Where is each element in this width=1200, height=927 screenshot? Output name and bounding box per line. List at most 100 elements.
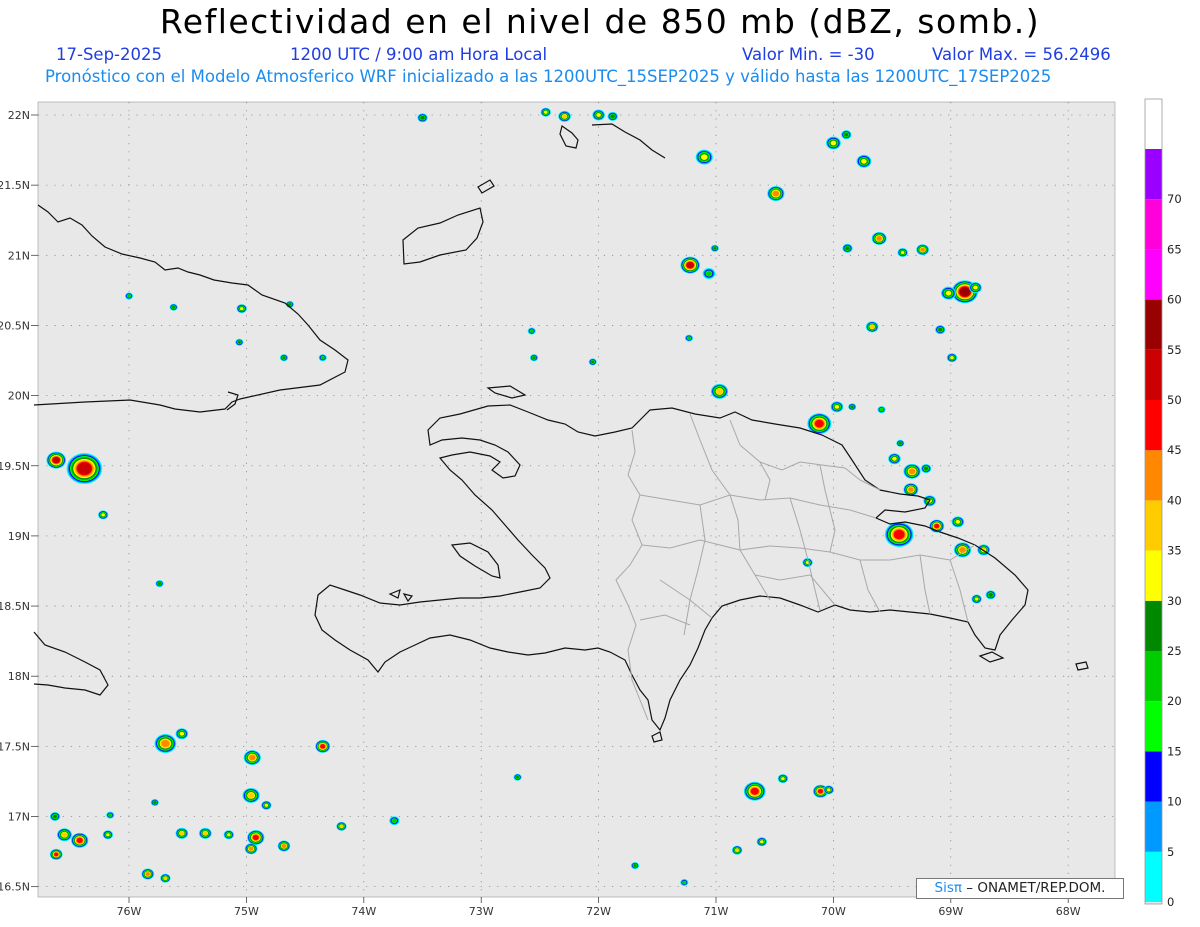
colorbar-segment — [1145, 600, 1162, 651]
echo-cell — [898, 442, 902, 445]
echo-cell — [974, 597, 979, 601]
echo-cell — [61, 832, 68, 838]
echo-cell — [950, 356, 954, 360]
echo-cell — [562, 114, 567, 119]
colorbar-label: 60 — [1167, 293, 1182, 307]
lon-tick-label: 68W — [1056, 905, 1081, 918]
colorbar: 0 5 10 15 20 25 30 35 40 45 50 55 60 65 70 — [1144, 98, 1182, 909]
lat-tick-label: 20.5N — [0, 319, 30, 332]
lat-tick-label: 22N — [8, 109, 30, 122]
colorbar-segment — [1145, 249, 1162, 300]
colorbar-label: 25 — [1167, 644, 1182, 658]
lat-tick-label: 17N — [8, 811, 30, 824]
echo-cell — [682, 881, 686, 884]
echo-cell — [108, 813, 112, 817]
colorbar-segment — [1145, 550, 1162, 601]
colorbar-label: 50 — [1167, 393, 1182, 407]
colorbar-segment — [1145, 751, 1162, 802]
echo-cell — [591, 360, 595, 364]
echo-cell — [392, 818, 397, 823]
colorbar-label: 55 — [1167, 343, 1182, 357]
echo-cell — [908, 468, 916, 475]
echo-cell — [106, 833, 110, 837]
echo-cell — [339, 824, 344, 828]
colorbar-segment — [1145, 400, 1162, 451]
echo-cell — [869, 324, 875, 329]
credit-box: Sisπ – ONAMET/REP.DOM. — [916, 878, 1124, 899]
colorbar-label: 45 — [1167, 443, 1182, 457]
echo-cell — [158, 582, 161, 585]
lat-tick-label: 19N — [8, 530, 30, 543]
lon-tick-label: 74W — [351, 905, 376, 918]
lon-tick-label: 71W — [704, 905, 729, 918]
echo-cell — [772, 190, 779, 197]
echo-cell — [686, 262, 694, 269]
echo-cell — [239, 307, 244, 311]
echo-cell — [53, 814, 57, 819]
echo-cell — [945, 290, 952, 296]
echo-cell — [845, 246, 850, 250]
echo-cell — [633, 864, 637, 867]
echo-cell — [920, 247, 925, 252]
colorbar-segment — [1145, 349, 1162, 400]
echo-cell — [288, 303, 292, 306]
colorbar-label: 0 — [1167, 895, 1174, 909]
map-frame — [37, 101, 1116, 898]
colorbar-segment — [1145, 199, 1162, 250]
echo-cell — [861, 158, 867, 164]
echo-cell — [101, 513, 105, 517]
colorbar-segment — [1145, 851, 1162, 902]
lat-tick-label: 17.5N — [0, 740, 30, 753]
echo-cell — [281, 844, 287, 848]
colorbar-label: 15 — [1167, 744, 1182, 758]
echo-cell — [960, 287, 970, 296]
echo-cell — [706, 271, 712, 276]
echo-cell — [249, 754, 256, 761]
echo-cell — [543, 110, 548, 114]
echo-cell — [844, 133, 849, 137]
lon-tick-label: 72W — [586, 905, 611, 918]
echo-cell — [700, 154, 708, 160]
echo-cell — [830, 140, 837, 146]
sispi-logo: Sisπ — [934, 880, 962, 896]
echo-cell — [54, 852, 59, 857]
lon-tick-label: 76W — [117, 905, 142, 918]
echo-cell — [52, 457, 60, 464]
echo-cell — [750, 787, 759, 795]
lat-tick-label: 21N — [8, 249, 30, 262]
echo-cell — [127, 294, 131, 298]
lat-tick-label: 18.5N — [0, 600, 30, 613]
echo-cell — [153, 801, 157, 804]
lat-tick-label: 18N — [8, 670, 30, 683]
echo-cell — [924, 466, 929, 471]
colorbar-label: 70 — [1167, 192, 1182, 206]
colorbar-label: 65 — [1167, 242, 1182, 256]
colorbar-label: 30 — [1167, 594, 1182, 608]
colorbar-label: 40 — [1167, 493, 1182, 507]
colorbar-segment — [1145, 299, 1162, 350]
echo-cell — [77, 462, 92, 475]
echo-cell — [161, 739, 170, 748]
echo-cell — [163, 876, 168, 880]
echo-cell — [264, 803, 269, 807]
echo-cell — [938, 328, 943, 332]
echo-cell — [247, 792, 255, 799]
echo-cell — [596, 113, 601, 117]
colorbar-label: 5 — [1167, 845, 1174, 859]
echo-cell — [713, 247, 717, 250]
colorbar-label: 10 — [1167, 795, 1182, 809]
echo-cell — [227, 833, 231, 837]
echo-cell — [760, 840, 764, 844]
lon-tick-label: 73W — [469, 905, 494, 918]
echo-cell — [282, 356, 286, 359]
echo-cell — [959, 547, 966, 553]
echo-cell — [988, 593, 993, 597]
echo-cell — [252, 834, 259, 841]
echo-cell — [934, 523, 940, 529]
echo-cell — [876, 236, 882, 241]
lat-tick-label: 20N — [8, 390, 30, 403]
echo-cell — [973, 285, 978, 290]
echo-cell — [532, 356, 536, 359]
echo-cell — [892, 456, 897, 461]
colorbar-top-segment — [1145, 99, 1162, 149]
